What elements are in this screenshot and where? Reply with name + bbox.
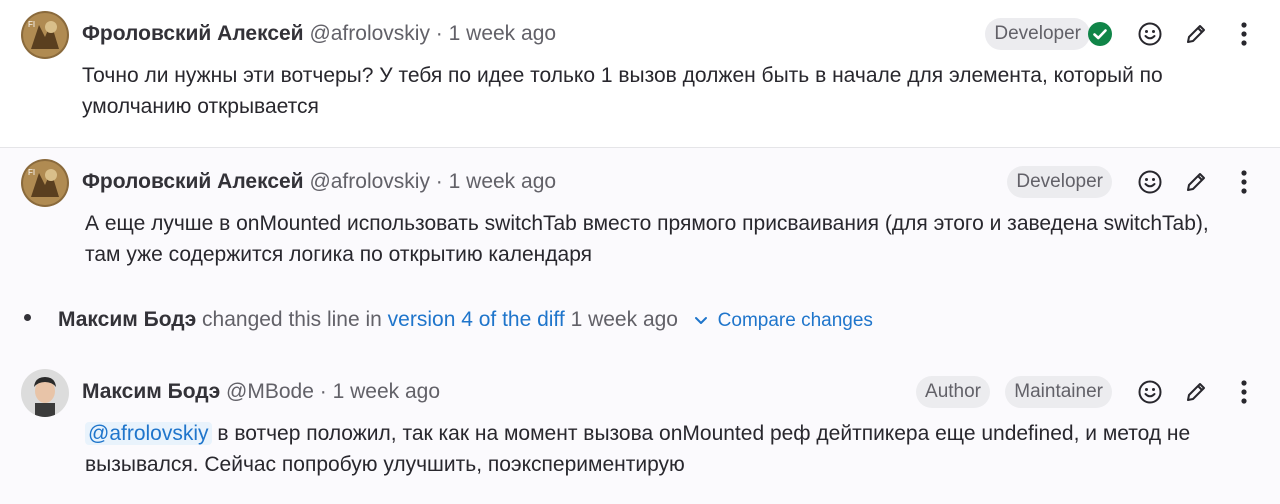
author-handle[interactable]: @afrolovskiy: [309, 22, 430, 45]
note-timestamp[interactable]: 1 week ago: [333, 380, 440, 403]
note-timestamp[interactable]: 1 week ago: [449, 170, 556, 193]
note-body-text: в вотчер положил, так как на момент вызо…: [85, 422, 1191, 476]
comment-note: FI Фроловский Алексей @afrolovskiy · 1 w…: [0, 148, 1280, 284]
avatar[interactable]: FI: [21, 159, 69, 207]
comment-note: FI Фроловский Алексей @afrolovskiy · 1 w…: [0, 0, 1280, 148]
check-circle-icon[interactable]: [1084, 18, 1116, 50]
separator: ·: [435, 22, 443, 45]
system-note-author[interactable]: Максим Бодэ: [58, 308, 196, 331]
role-badge: Developer: [985, 18, 1090, 50]
separator: ·: [319, 380, 327, 403]
note-timestamp[interactable]: 1 week ago: [449, 22, 556, 45]
system-note-timestamp[interactable]: 1 week ago: [565, 308, 678, 331]
pencil-icon[interactable]: [1180, 376, 1212, 408]
chevron-down-icon[interactable]: [694, 306, 708, 334]
system-note-text: Максим Бодэ changed this line in version…: [58, 306, 873, 335]
author-name[interactable]: Максим Бодэ: [82, 380, 220, 403]
avatar[interactable]: [21, 369, 69, 417]
smiley-icon[interactable]: [1134, 376, 1166, 408]
diff-version-link[interactable]: version 4 of the diff: [388, 308, 565, 331]
smiley-icon[interactable]: [1134, 18, 1166, 50]
note-header: Фроловский Алексей @afrolovskiy · 1 week…: [82, 20, 556, 48]
timeline-dot: [24, 314, 31, 321]
comment-note: Максим Бодэ @MBode · 1 week ago Author M…: [0, 358, 1280, 504]
note-body: А еще лучше в onMounted использовать swi…: [85, 212, 1209, 266]
avatar[interactable]: FI: [21, 11, 69, 59]
author-badge: Author: [916, 376, 990, 408]
author-name[interactable]: Фроловский Алексей: [82, 22, 304, 45]
pencil-icon[interactable]: [1180, 166, 1212, 198]
avatar-initials: FI: [28, 20, 35, 29]
user-mention[interactable]: @afrolovskiy: [85, 422, 212, 445]
kebab-menu-icon[interactable]: [1228, 18, 1260, 50]
author-handle[interactable]: @afrolovskiy: [309, 170, 430, 193]
system-note-action: changed this line in: [196, 308, 388, 331]
note-body: Точно ли нужны эти вотчеры? У тебя по ид…: [82, 64, 1163, 118]
role-badge: Developer: [1007, 166, 1112, 198]
author-name[interactable]: Фроловский Алексей: [82, 170, 304, 193]
kebab-menu-icon[interactable]: [1228, 166, 1260, 198]
compare-changes-link[interactable]: Compare changes: [718, 310, 873, 331]
avatar-initials: FI: [28, 168, 35, 177]
note-body: @afrolovskiy в вотчер положил, так как н…: [85, 418, 1245, 480]
author-handle[interactable]: @MBode: [226, 380, 314, 403]
separator: ·: [435, 170, 443, 193]
note-header: Фроловский Алексей @afrolovskiy · 1 week…: [82, 168, 556, 196]
role-badge: Maintainer: [1005, 376, 1112, 408]
pencil-icon[interactable]: [1180, 18, 1212, 50]
kebab-menu-icon[interactable]: [1228, 376, 1260, 408]
note-header: Максим Бодэ @MBode · 1 week ago: [82, 378, 440, 406]
smiley-icon[interactable]: [1134, 166, 1166, 198]
system-note: Максим Бодэ changed this line in version…: [0, 284, 1280, 358]
